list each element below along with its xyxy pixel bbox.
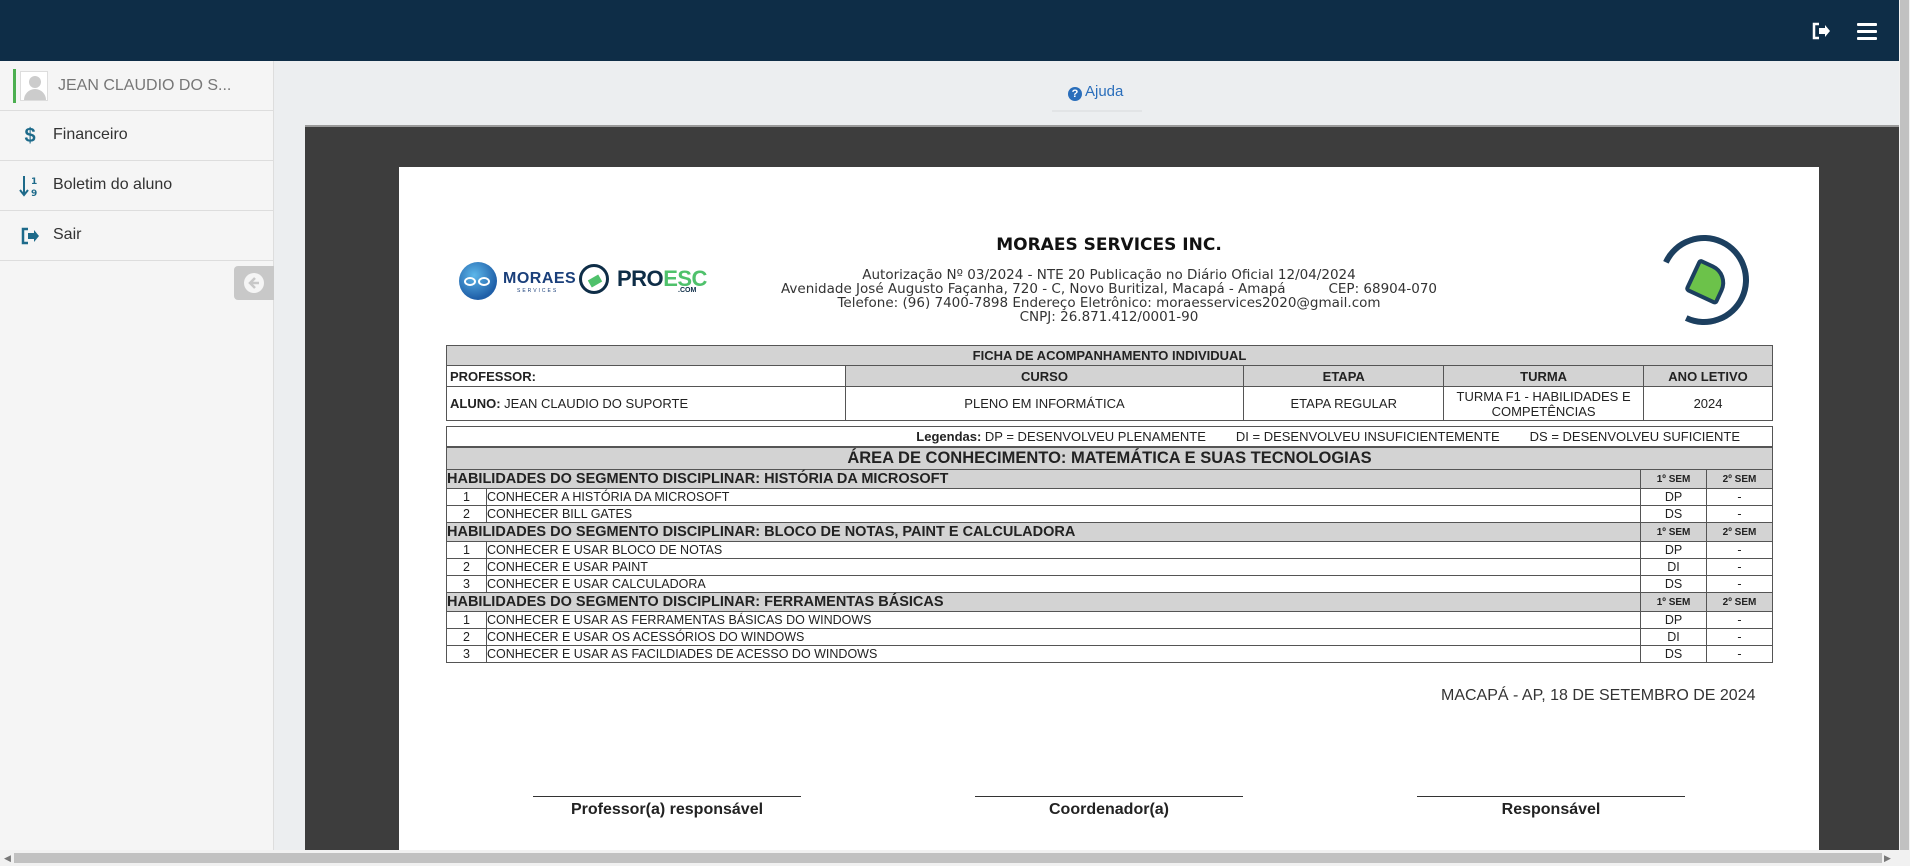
student-info-table: FICHA DE ACOMPANHAMENTO INDIVIDUAL PROFE… — [446, 345, 1773, 421]
header-ano: ANO LETIVO — [1643, 365, 1773, 387]
sem2-header: 2º SEM — [1706, 469, 1773, 489]
help-label: Ajuda — [1085, 83, 1124, 100]
scroll-right-icon[interactable]: ▶ — [1884, 853, 1891, 864]
top-navbar — [0, 0, 1910, 61]
segment-title: HABILIDADES DO SEGMENTO DISCIPLINAR: FER… — [445, 592, 1642, 612]
sidebar-item-label: Sair — [53, 226, 82, 243]
aluno-name: JEAN CLAUDIO DO SUPORTE — [504, 396, 689, 411]
address-line: Telefone: (96) 7400-7898 Endereço Eletrô… — [837, 295, 1381, 311]
collapse-sidebar-button[interactable] — [234, 266, 274, 300]
etapa-value: ETAPA REGULAR — [1243, 386, 1445, 421]
turma-value: TURMA F1 - HABILIDADES E COMPETÊNCIAS — [1443, 386, 1645, 421]
help-link[interactable]: ? Ajuda — [1068, 83, 1123, 101]
arrow-left-circle-icon — [244, 273, 264, 293]
table-row: 1 CONHECER A HISTÓRIA DA MICROSOFT DP - — [446, 488, 1773, 506]
sort-numeric-icon: 19 — [18, 174, 42, 198]
sign-out-icon — [18, 224, 42, 248]
segment-title: HABILIDADES DO SEGMENTO DISCIPLINAR: HIS… — [445, 469, 1642, 489]
header-curso: CURSO — [844, 365, 1245, 387]
table-row: 3 CONHECER E USAR AS FACILDIADES DE ACESS… — [446, 645, 1773, 663]
segment-title: HABILIDADES DO SEGMENTO DISCIPLINAR: BLO… — [445, 522, 1642, 542]
report-page: MORAES SERVICES PROESC .COM MORAES SERVI… — [399, 167, 1819, 850]
address-line: Autorização Nº 03/2024 - NTE 20 Publicaç… — [862, 267, 1356, 283]
company-name: MORAES SERVICES INC. — [996, 235, 1222, 255]
signature-line — [533, 796, 801, 797]
question-circle-icon: ? — [1068, 87, 1082, 101]
address-line: Avenidade José Augusto Façanha, 720 - C,… — [780, 281, 1437, 297]
sidebar: JEAN CLAUDIO DO S... $ Financeiro 19 Bol… — [0, 61, 274, 850]
area-title: ÁREA DE CONHECIMENTO: MATEMÁTICA E SUAS … — [446, 447, 1773, 470]
sidebar-item-boletim[interactable]: 19 Boletim do aluno — [0, 161, 273, 211]
divider — [1052, 110, 1142, 112]
sem1-header: 1º SEM — [1640, 592, 1708, 612]
sidebar-item-label: Boletim do aluno — [53, 176, 173, 193]
logout-icon[interactable] — [1808, 18, 1834, 44]
sidebar-item-financeiro[interactable]: $ Financeiro — [0, 111, 273, 161]
document-viewer[interactable]: MORAES SERVICES PROESC .COM MORAES SERVI… — [305, 125, 1901, 850]
svg-text:9: 9 — [31, 189, 37, 198]
legend: Legendas: DP = DESENVOLVEU PLENAMENTE DI … — [446, 426, 1773, 447]
table-row: 2 CONHECER E USAR OS ACESSÓRIOS DO WINDOW… — [446, 628, 1773, 646]
form-title: FICHA DE ACOMPANHAMENTO INDIVIDUAL — [446, 345, 1773, 366]
professor-label: PROFESSOR: — [446, 365, 846, 387]
table-row: 2 CONHECER BILL GATES DS - — [446, 505, 1773, 523]
sem2-header: 2º SEM — [1706, 522, 1773, 542]
table-row: 3 CONHECER E USAR CALCULADORA DS - — [446, 575, 1773, 593]
sem1-header: 1º SEM — [1640, 522, 1708, 542]
signature-line — [975, 796, 1243, 797]
avatar — [20, 71, 48, 101]
dollar-icon: $ — [24, 124, 36, 147]
header-etapa: ETAPA — [1243, 365, 1445, 387]
scrollbar-thumb[interactable] — [14, 853, 1882, 863]
vertical-scrollbar[interactable] — [1899, 0, 1910, 850]
scroll-left-icon[interactable]: ◀ — [4, 853, 11, 864]
user-name: JEAN CLAUDIO DO S... — [58, 77, 232, 94]
sidebar-user[interactable]: JEAN CLAUDIO DO S... — [0, 61, 273, 111]
sidebar-item-label: Financeiro — [53, 126, 128, 143]
signature-responsavel: Responsável — [1501, 801, 1601, 818]
table-row: 1 CONHECER E USAR BLOCO DE NOTAS DP - — [446, 541, 1773, 559]
signature-line — [1417, 796, 1685, 797]
ano-value: 2024 — [1643, 386, 1773, 421]
scrollbar-thumb[interactable] — [1900, 0, 1909, 850]
skills-table: ÁREA DE CONHECIMENTO: MATEMÁTICA E SUAS … — [445, 447, 1773, 663]
curso-value: PLENO EM INFORMÁTICA — [844, 386, 1245, 421]
table-row: 1 CONHECER E USAR AS FERRAMENTAS BÁSICAS … — [446, 611, 1773, 629]
menu-icon[interactable] — [1854, 18, 1880, 44]
horizontal-scrollbar[interactable]: ◀ ▶ — [0, 850, 1910, 866]
signature-coordenador: Coordenador(a) — [1049, 801, 1169, 818]
sem2-header: 2º SEM — [1706, 592, 1773, 612]
table-row: 2 CONHECER E USAR PAINT DI - — [446, 558, 1773, 576]
signature-professor: Professor(a) responsável — [570, 801, 764, 818]
sem1-header: 1º SEM — [1640, 469, 1708, 489]
address-line: CNPJ: 26.871.412/0001-90 — [1019, 309, 1199, 325]
sidebar-item-sair[interactable]: Sair — [0, 211, 273, 261]
svg-text:1: 1 — [31, 177, 37, 187]
header-turma: TURMA — [1443, 365, 1645, 387]
aluno-cell: ALUNO: JEAN CLAUDIO DO SUPORTE — [446, 386, 846, 421]
date-line: MACAPÁ - AP, 18 DE SETEMBRO DE 2024 — [1441, 687, 1756, 704]
